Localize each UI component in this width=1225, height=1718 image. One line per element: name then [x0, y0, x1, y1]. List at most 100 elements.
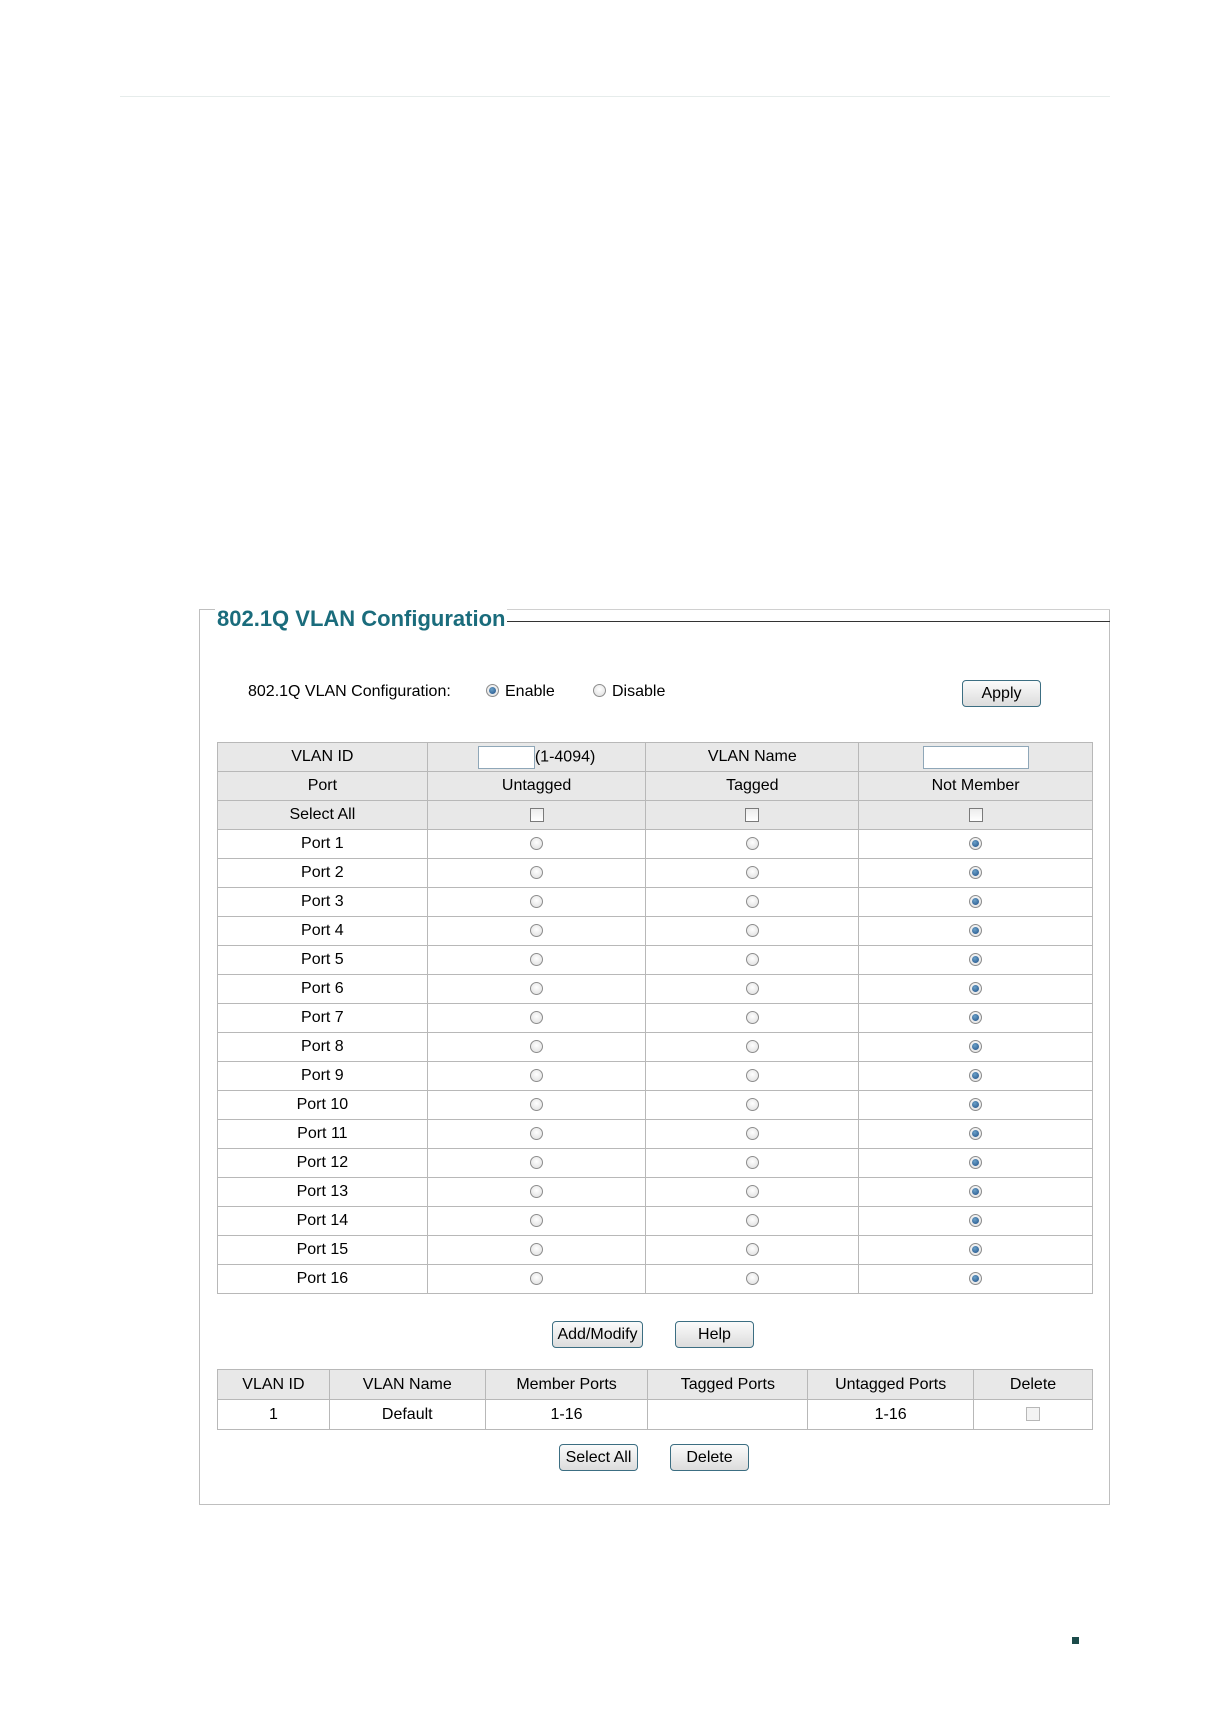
row-member-ports: 1-16	[484, 1399, 649, 1430]
port-name: Port 1	[217, 829, 428, 859]
port-untagged-cell	[426, 1148, 647, 1178]
port-not-member-cell	[858, 974, 1093, 1004]
port-untagged-radio[interactable]	[530, 1011, 544, 1025]
port-not-member-radio[interactable]	[969, 1185, 983, 1199]
port-tagged-radio[interactable]	[745, 953, 759, 967]
port-not-member-radio[interactable]	[969, 866, 983, 880]
add-modify-button[interactable]: Add/Modify	[552, 1321, 643, 1348]
vlan-id-label: VLAN ID	[217, 742, 428, 772]
port-not-member-radio[interactable]	[969, 924, 983, 938]
select-all-not-member-checkbox[interactable]	[968, 807, 983, 822]
disable-radio[interactable]	[593, 683, 606, 697]
row-vlan-id: 1	[217, 1399, 330, 1430]
port-untagged-radio[interactable]	[530, 1243, 544, 1257]
port-untagged-radio[interactable]	[530, 1069, 544, 1083]
vlan-list-header: VLAN ID VLAN Name Member Ports Tagged Po…	[217, 1369, 1093, 1400]
port-tagged-cell	[645, 1090, 860, 1120]
port-tagged-radio[interactable]	[745, 924, 759, 938]
vlan-list-table: VLAN ID VLAN Name Member Ports Tagged Po…	[217, 1369, 1093, 1430]
port-untagged-radio[interactable]	[530, 924, 544, 938]
port-tagged-cell	[645, 974, 860, 1004]
port-not-member-radio[interactable]	[969, 1069, 983, 1083]
port-not-member-radio[interactable]	[969, 1098, 983, 1112]
port-untagged-radio[interactable]	[530, 1127, 544, 1141]
port-tagged-radio[interactable]	[745, 1040, 759, 1054]
port-untagged-radio[interactable]	[530, 1098, 544, 1112]
port-not-member-radio[interactable]	[969, 837, 983, 851]
port-name: Port 8	[217, 1032, 428, 1062]
port-untagged-cell	[426, 1235, 647, 1265]
port-name: Port 14	[217, 1206, 428, 1236]
port-untagged-radio[interactable]	[530, 1272, 544, 1286]
port-not-member-cell	[858, 887, 1093, 917]
port-not-member-radio[interactable]	[969, 1156, 983, 1170]
port-name: Port 4	[217, 916, 428, 946]
port-tagged-cell	[645, 1148, 860, 1178]
port-tagged-radio[interactable]	[745, 1011, 759, 1025]
port-tagged-cell	[645, 1032, 860, 1062]
row-untagged-ports: 1-16	[807, 1399, 975, 1430]
port-tagged-radio[interactable]	[745, 837, 759, 851]
port-untagged-radio[interactable]	[530, 1214, 544, 1228]
port-untagged-cell	[426, 974, 647, 1004]
port-untagged-radio[interactable]	[530, 837, 544, 851]
port-tagged-radio[interactable]	[745, 1098, 759, 1112]
page-header-divider	[120, 96, 1110, 97]
vlan-id-row: VLAN ID (1-4094) VLAN Name	[217, 742, 1093, 772]
footer-mark	[1072, 1637, 1079, 1644]
help-button[interactable]: Help	[675, 1321, 754, 1348]
port-untagged-radio[interactable]	[530, 1156, 544, 1170]
port-untagged-radio[interactable]	[530, 866, 544, 880]
port-tagged-cell	[645, 1235, 860, 1265]
port-tagged-radio[interactable]	[745, 1214, 759, 1228]
port-not-member-radio[interactable]	[969, 1011, 983, 1025]
delete-button[interactable]: Delete	[670, 1444, 749, 1471]
vlan-name-input[interactable]	[922, 745, 1029, 769]
port-tagged-radio[interactable]	[745, 866, 759, 880]
port-not-member-radio[interactable]	[969, 1243, 983, 1257]
row-delete-checkbox[interactable]	[1026, 1407, 1041, 1422]
port-tagged-radio[interactable]	[745, 982, 759, 996]
port-not-member-radio[interactable]	[969, 1214, 983, 1228]
port-tagged-cell	[645, 1177, 860, 1207]
col-not-member: Not Member	[858, 771, 1093, 801]
port-tagged-radio[interactable]	[745, 1185, 759, 1199]
disable-option[interactable]: Disable	[593, 683, 665, 701]
table-row: Port 8	[217, 1032, 1093, 1062]
select-all-tagged-checkbox[interactable]	[745, 807, 760, 822]
enable-label: Enable	[505, 683, 555, 700]
port-name: Port 15	[217, 1235, 428, 1265]
table-row: Port 9	[217, 1061, 1093, 1091]
port-not-member-radio[interactable]	[969, 982, 983, 996]
port-not-member-radio[interactable]	[969, 953, 983, 967]
enable-radio[interactable]	[486, 683, 499, 697]
select-all-untagged-checkbox[interactable]	[529, 807, 544, 822]
port-tagged-radio[interactable]	[745, 895, 759, 909]
port-name: Port 13	[217, 1177, 428, 1207]
port-tagged-radio[interactable]	[745, 1272, 759, 1286]
port-tagged-radio[interactable]	[745, 1156, 759, 1170]
vlan-id-range: (1-4094)	[534, 748, 596, 766]
port-untagged-radio[interactable]	[530, 895, 544, 909]
vlan-id-input[interactable]	[477, 745, 535, 769]
enable-option[interactable]: Enable	[486, 683, 555, 701]
port-untagged-radio[interactable]	[530, 982, 544, 996]
port-not-member-radio[interactable]	[969, 1127, 983, 1141]
select-all-button[interactable]: Select All	[559, 1444, 638, 1471]
port-name: Port 16	[217, 1264, 428, 1294]
port-untagged-cell	[426, 1090, 647, 1120]
port-untagged-radio[interactable]	[530, 1185, 544, 1199]
port-untagged-radio[interactable]	[530, 1040, 544, 1054]
port-not-member-cell	[858, 1177, 1093, 1207]
port-not-member-radio[interactable]	[969, 1272, 983, 1286]
port-not-member-radio[interactable]	[969, 1040, 983, 1054]
port-tagged-radio[interactable]	[745, 1127, 759, 1141]
table-row: Port 1	[217, 829, 1093, 859]
port-name: Port 5	[217, 945, 428, 975]
port-untagged-radio[interactable]	[530, 953, 544, 967]
port-tagged-radio[interactable]	[745, 1243, 759, 1257]
apply-button[interactable]: Apply	[962, 680, 1041, 707]
port-not-member-radio[interactable]	[969, 895, 983, 909]
table-row: Port 12	[217, 1148, 1093, 1178]
port-tagged-radio[interactable]	[745, 1069, 759, 1083]
